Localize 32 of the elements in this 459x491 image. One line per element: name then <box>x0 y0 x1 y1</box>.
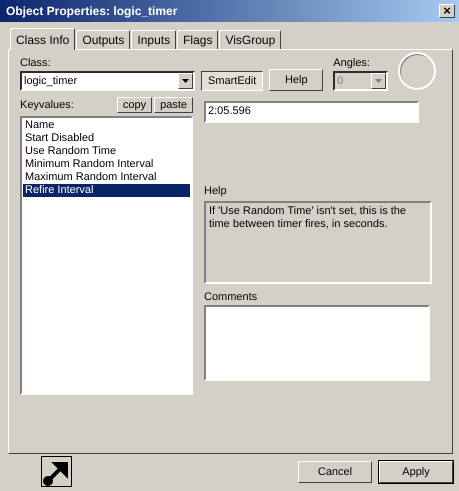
caret-icon <box>375 79 382 83</box>
window-title: Object Properties: logic_timer <box>6 4 178 18</box>
smartedit-button[interactable]: SmartEdit <box>201 71 264 91</box>
list-item[interactable]: Use Random Time <box>23 145 190 158</box>
caret-icon <box>182 79 189 83</box>
tab[interactable]: Inputs <box>131 30 176 49</box>
copy-button[interactable]: copy <box>116 96 152 112</box>
dialog-button[interactable]: Apply <box>379 460 453 482</box>
field-label: Keyvalues: <box>20 98 74 110</box>
field-label: Angles: <box>333 57 371 69</box>
tab[interactable]: Outputs <box>76 30 130 49</box>
tab[interactable]: VisGroup <box>219 30 282 49</box>
dialog-button[interactable]: Cancel <box>298 460 372 482</box>
list-item[interactable]: Refire Interval <box>23 184 190 197</box>
comments-label: Comments <box>204 291 258 303</box>
list-item[interactable]: Name <box>23 119 190 132</box>
list-item[interactable]: Minimum Random Interval <box>23 158 190 171</box>
angle-dial[interactable] <box>398 52 436 90</box>
entity-tool-icon[interactable] <box>41 456 72 487</box>
tab[interactable]: Class Info <box>10 28 76 50</box>
list-item[interactable]: Maximum Random Interval <box>23 171 190 184</box>
help-label: Help <box>204 185 228 197</box>
list-item[interactable]: Start Disabled <box>23 132 190 145</box>
help-text: If 'Use Random Time' isn't set, this is the time between timer fires, in seconds. <box>204 201 432 284</box>
tab[interactable]: Flags <box>177 30 218 49</box>
help-button[interactable]: Help <box>269 69 324 91</box>
value-field[interactable]: 2:05.596 <box>204 101 419 123</box>
field-label: Class: <box>20 57 52 69</box>
close-button[interactable]: × <box>439 4 455 18</box>
comments-field[interactable] <box>204 305 430 381</box>
paste-button[interactable]: paste <box>154 96 193 112</box>
class-dropdown[interactable]: logic_timer <box>20 71 195 91</box>
